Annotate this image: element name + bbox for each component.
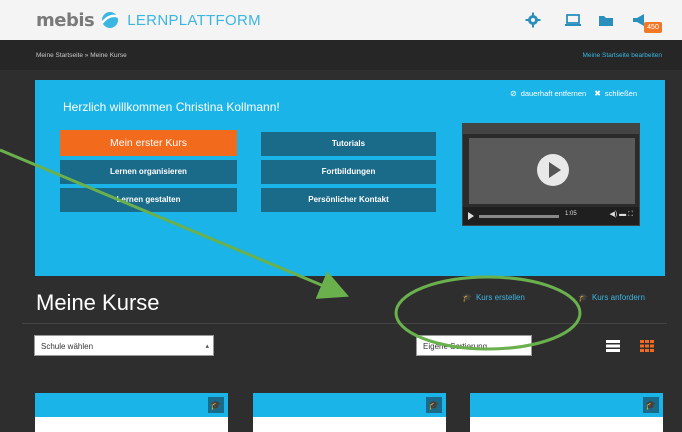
logo-lernplattform-text: LERNPLATTFORM xyxy=(127,11,261,29)
create-course-button[interactable]: 🎓 Kurs erstellen xyxy=(462,293,525,302)
ban-icon: ⊘ xyxy=(510,89,517,98)
request-course-button[interactable]: 🎓 Kurs anfordern xyxy=(578,293,645,302)
course-card-header xyxy=(470,393,663,417)
laptop-icon[interactable] xyxy=(564,11,582,29)
course-card-header xyxy=(35,393,228,417)
video-screen xyxy=(469,138,635,204)
first-course-button[interactable]: Mein erster Kurs xyxy=(60,130,237,156)
logo-mebis-text: mebis xyxy=(36,9,95,31)
video-topbar xyxy=(463,124,639,134)
create-course-label: Kurs erstellen xyxy=(475,293,525,302)
organize-learning-button[interactable]: Lernen organisieren xyxy=(60,160,237,184)
course-card[interactable]: 🎓 xyxy=(253,393,446,432)
tutorial-video[interactable]: 1:05 ◀) ▬ ⛶ xyxy=(462,123,640,226)
close-icon: ✖ xyxy=(594,89,601,98)
list-view-icon[interactable] xyxy=(606,340,620,352)
video-controls: 1:05 ◀) ▬ ⛶ xyxy=(463,207,639,225)
top-header: mebis LERNPLATTFORM 450 xyxy=(0,0,682,40)
chevron-down-icon: ▴ xyxy=(205,343,209,350)
gear-icon[interactable] xyxy=(524,11,542,29)
divider xyxy=(22,323,667,324)
chevron-down-icon: ▾ xyxy=(523,343,527,350)
video-time: 1:05 xyxy=(565,211,577,217)
video-progress-bar[interactable] xyxy=(479,215,559,218)
personal-contact-button[interactable]: Persönlicher Kontakt xyxy=(261,188,436,212)
request-course-label: Kurs anfordern xyxy=(591,293,645,302)
video-play-icon[interactable] xyxy=(468,212,474,220)
graduation-cap-icon: 🎓 xyxy=(426,397,442,413)
my-courses-title: Meine Kurse xyxy=(36,290,160,315)
course-card-header xyxy=(253,393,446,417)
edit-startpage-link[interactable]: Meine Startseite bearbeiten xyxy=(583,52,663,59)
course-card[interactable]: 🎓 xyxy=(470,393,663,432)
close-label: schließen xyxy=(604,89,637,98)
breadcrumb-bar: Meine Startseite » Meine Kurse Meine Sta… xyxy=(0,40,682,70)
remove-label: dauerhaft entfernen xyxy=(520,89,587,98)
design-learning-button[interactable]: Lernen gestalten xyxy=(60,188,237,212)
breadcrumb[interactable]: Meine Startseite » Meine Kurse xyxy=(36,52,127,59)
school-select-value: Schule wählen xyxy=(41,342,94,351)
page: mebis LERNPLATTFORM 450 Meine Startseite… xyxy=(0,0,682,432)
tutorials-button[interactable]: Tutorials xyxy=(261,132,436,156)
remove-permanently-button[interactable]: ⊘ dauerhaft entfernen xyxy=(510,89,586,98)
welcome-title: Herzlich willkommen Christina Kollmann! xyxy=(63,100,280,114)
folder-icon[interactable] xyxy=(597,11,615,29)
logo-swoosh-icon xyxy=(101,12,120,28)
graduation-cap-icon: 🎓 xyxy=(208,397,224,413)
graduation-cap-icon: 🎓 xyxy=(462,293,472,302)
course-card[interactable]: 🎓 xyxy=(35,393,228,432)
welcome-actions: ⊘ dauerhaft entfernen ✖ schließen xyxy=(510,89,637,98)
mebis-logo[interactable]: mebis LERNPLATTFORM xyxy=(36,8,261,32)
graduation-cap-icon: 🎓 xyxy=(578,293,588,302)
notification-badge: 450 xyxy=(644,22,662,33)
graduation-cap-icon: 🎓 xyxy=(643,397,659,413)
trainings-button[interactable]: Fortbildungen xyxy=(261,160,436,184)
close-welcome-button[interactable]: ✖ schließen xyxy=(594,89,637,98)
grid-view-icon[interactable] xyxy=(640,340,654,352)
sort-select[interactable]: Eigene Sortierung ▾ xyxy=(416,335,532,356)
volume-fullscreen-icon[interactable]: ◀) ▬ ⛶ xyxy=(609,210,633,219)
sort-select-value: Eigene Sortierung xyxy=(423,342,488,351)
play-icon[interactable] xyxy=(537,154,569,186)
school-select[interactable]: Schule wählen ▴ xyxy=(34,335,214,356)
